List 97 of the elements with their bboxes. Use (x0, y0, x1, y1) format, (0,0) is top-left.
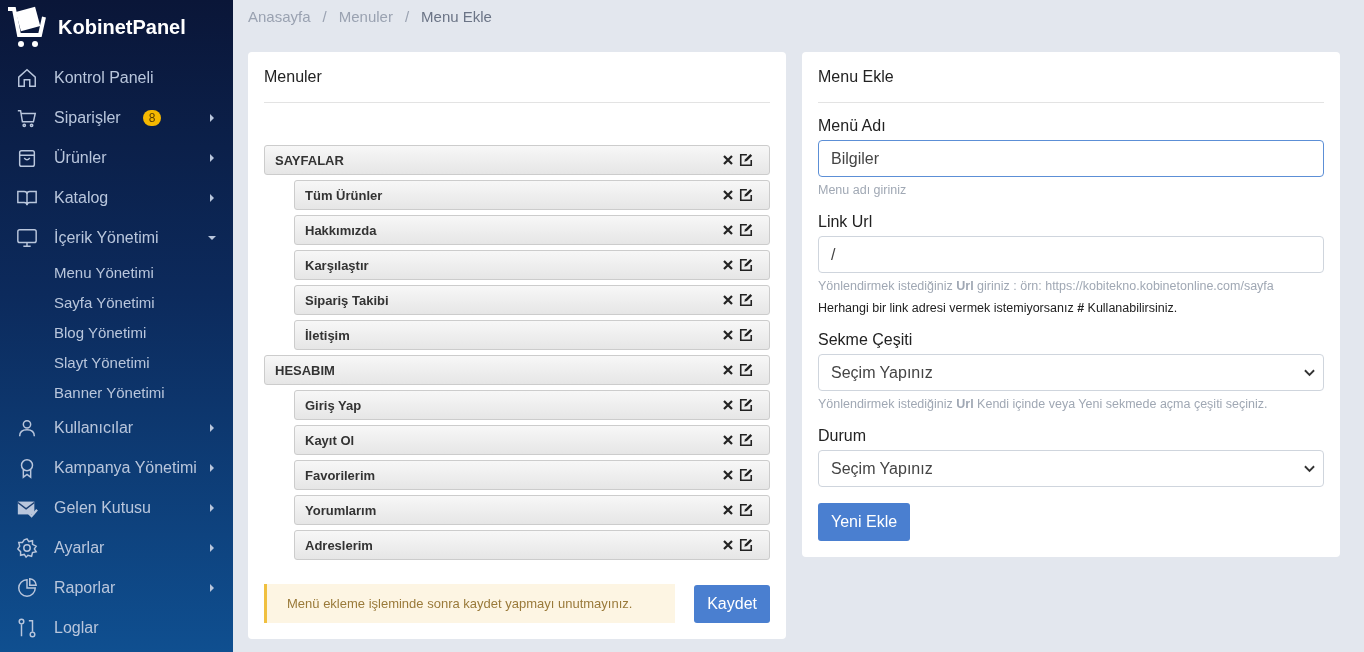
nav-item[interactable]: Ürünler (0, 138, 233, 178)
menu-item-row[interactable]: Favorilerim (294, 460, 770, 490)
edit-icon[interactable] (739, 468, 753, 482)
pie-chart-icon (16, 577, 38, 599)
close-icon[interactable] (723, 190, 733, 200)
menu-item-row[interactable]: Yorumlarım (294, 495, 770, 525)
input-field[interactable]: Bilgiler (818, 140, 1324, 177)
select-field[interactable]: Seçim Yapınız (818, 354, 1324, 391)
edit-icon[interactable] (739, 223, 753, 237)
edit-icon[interactable] (739, 538, 753, 552)
breadcrumb-current: Menu Ekle (421, 7, 492, 25)
menu-item-label: İletişim (305, 327, 350, 343)
nav-item[interactable]: İçerik Yönetimi (0, 218, 233, 258)
menu-item-label: Kayıt Ol (305, 432, 355, 448)
nav-item[interactable]: Kampanya Yönetimi (0, 448, 233, 488)
menu-item-row[interactable]: Giriş Yap (294, 390, 770, 420)
close-icon[interactable] (723, 505, 733, 515)
menu-item-row[interactable]: Karşılaştır (294, 250, 770, 280)
menu-item-row[interactable]: Hakkımızda (294, 215, 770, 245)
edit-icon[interactable] (739, 153, 753, 167)
close-icon[interactable] (723, 365, 733, 375)
edit-icon[interactable] (739, 258, 753, 272)
card-title: Menu Ekle (818, 52, 1324, 103)
chevron-down-icon (1304, 464, 1315, 473)
edit-icon[interactable] (739, 188, 753, 202)
breadcrumb-separator: / (322, 7, 327, 25)
field-label: Durum (818, 427, 867, 445)
menu-group-row[interactable]: HESABIM (264, 355, 770, 385)
nav-item[interactable]: Gelen Kutusu (0, 488, 233, 528)
user-icon (16, 417, 38, 439)
nav-item[interactable]: Ayarlar (0, 528, 233, 568)
save-button[interactable]: Kaydet (694, 584, 770, 623)
nav-item[interactable]: Kontrol Paneli (0, 58, 233, 98)
menu-item-label: Karşılaştır (305, 257, 369, 273)
nav-item[interactable]: Katalog (0, 178, 233, 218)
brand-name: KobinetPanel (58, 15, 186, 39)
edit-icon[interactable] (739, 503, 753, 517)
warning-alert: Menü ekleme işleminde sonra kaydet yapmayı unutmayınız. (264, 584, 675, 623)
menu-item-label: Sipariş Takibi (305, 292, 389, 308)
close-icon[interactable] (723, 225, 733, 235)
nav-item[interactable]: Siparişler 8 (0, 98, 233, 138)
menu-item-row[interactable]: Kayıt Ol (294, 425, 770, 455)
help-text: Yönlendirmek istediğiniz Url Kendi içinde veya Yeni sekmede açma çeşiti seçiniz. (818, 397, 1269, 411)
breadcrumb-separator: / (404, 7, 410, 25)
close-icon[interactable] (723, 260, 733, 270)
edit-icon[interactable] (739, 363, 753, 377)
add-button[interactable]: Yeni Ekle (818, 503, 911, 541)
select-field[interactable]: Seçim Yapınız (818, 450, 1324, 487)
help-text: Herhangi bir link adresi vermek istemiyorsanız # Kullanabilirsiniz. (818, 301, 1179, 315)
edit-icon[interactable] (739, 433, 753, 447)
card-title: Menuler (264, 52, 770, 103)
input-field[interactable]: / (818, 236, 1324, 273)
edit-icon[interactable] (739, 328, 753, 342)
route-icon (16, 617, 38, 639)
nav-item[interactable]: Loglar (0, 608, 233, 648)
home-icon (16, 67, 38, 89)
menu-item-row[interactable]: Sipariş Takibi (294, 285, 770, 315)
close-icon[interactable] (723, 295, 733, 305)
count-badge: 8 (142, 110, 162, 126)
bag-icon (16, 147, 38, 169)
nav-subitem[interactable]: Banner Yönetimi (0, 378, 233, 408)
chevron-down-icon (1304, 368, 1315, 377)
nav-item[interactable]: Raporlar (0, 568, 233, 608)
menu-item-label: Giriş Yap (305, 397, 362, 413)
menu-item-row[interactable]: Tüm Ürünler (294, 180, 770, 210)
cart-icon (16, 107, 38, 129)
menu-item-label: Adreslerim (305, 537, 373, 553)
nav-item[interactable]: Kullanıcılar (0, 408, 233, 448)
menu-item-label: Hakkımızda (305, 222, 377, 238)
close-icon[interactable] (723, 540, 733, 550)
edit-icon[interactable] (739, 293, 753, 307)
nav-subitem[interactable]: Slayt Yönetimi (0, 348, 233, 378)
nav-subitem[interactable]: Blog Yönetimi (0, 318, 233, 348)
field-label: Link Url (818, 213, 874, 231)
close-icon[interactable] (723, 435, 733, 445)
cart-logo-icon (6, 5, 46, 49)
nav-subitem[interactable]: Sayfa Yönetimi (0, 288, 233, 318)
settings-icon (16, 537, 38, 559)
close-icon[interactable] (723, 155, 733, 165)
menu-item-label: Yorumlarım (305, 502, 377, 518)
field-label: Menü Adı (818, 117, 887, 135)
close-icon[interactable] (723, 470, 733, 480)
help-text: Yönlendirmek istediğiniz Url giriniz : örn: https://kobitekno.kobinetonline.com/sayfa (818, 279, 1275, 293)
close-icon[interactable] (723, 400, 733, 410)
menu-group-label: SAYFALAR (275, 152, 344, 168)
menu-item-label: Tüm Ürünler (305, 187, 383, 203)
menu-group-row[interactable]: SAYFALAR (264, 145, 770, 175)
monitor-icon (16, 227, 38, 249)
menu-item-row[interactable]: İletişim (294, 320, 770, 350)
menu-item-label: Favorilerim (305, 467, 376, 483)
edit-icon[interactable] (739, 398, 753, 412)
menu-item-row[interactable]: Adreslerim (294, 530, 770, 560)
help-text: Menu adı giriniz (818, 183, 908, 197)
menu-group-label: HESABIM (275, 362, 335, 378)
field-label: Sekme Çeşiti (818, 331, 914, 349)
nav-subitem[interactable]: Menu Yönetimi (0, 258, 233, 288)
close-icon[interactable] (723, 330, 733, 340)
